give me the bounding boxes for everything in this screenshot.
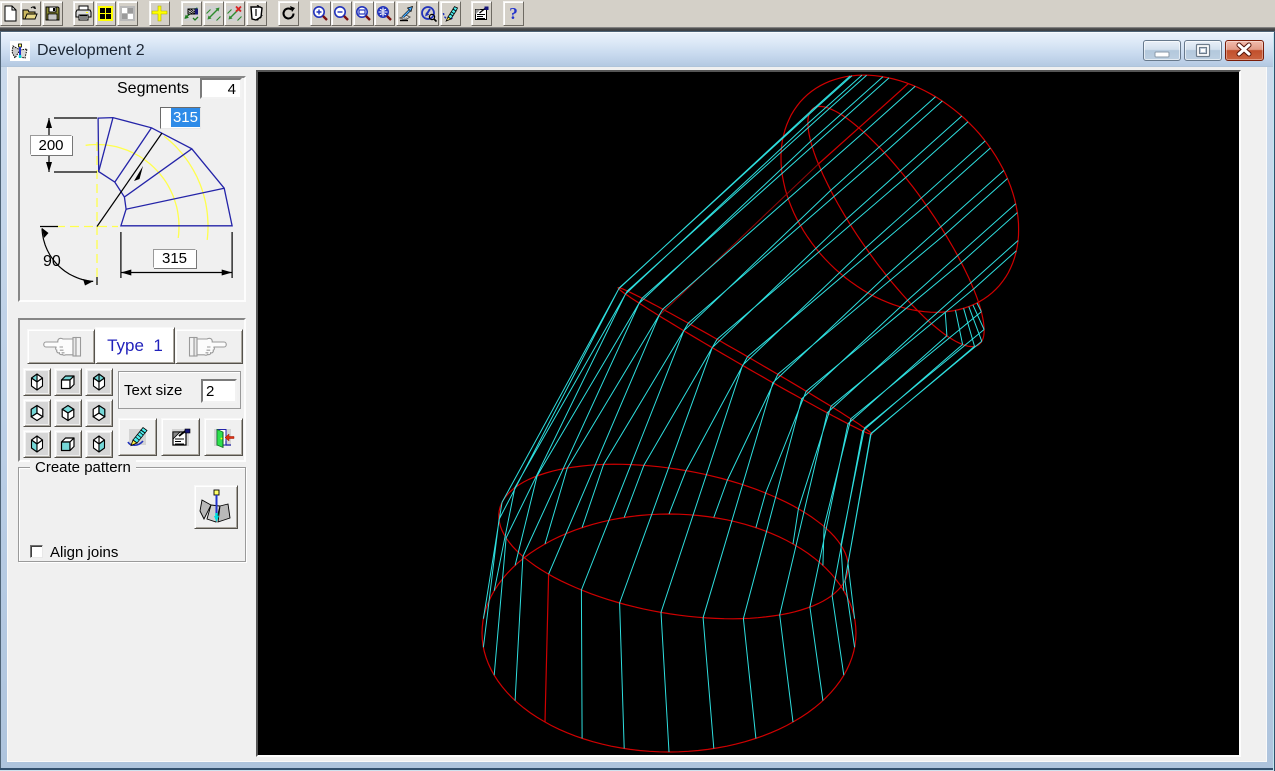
- svg-text:?: ?: [509, 5, 518, 22]
